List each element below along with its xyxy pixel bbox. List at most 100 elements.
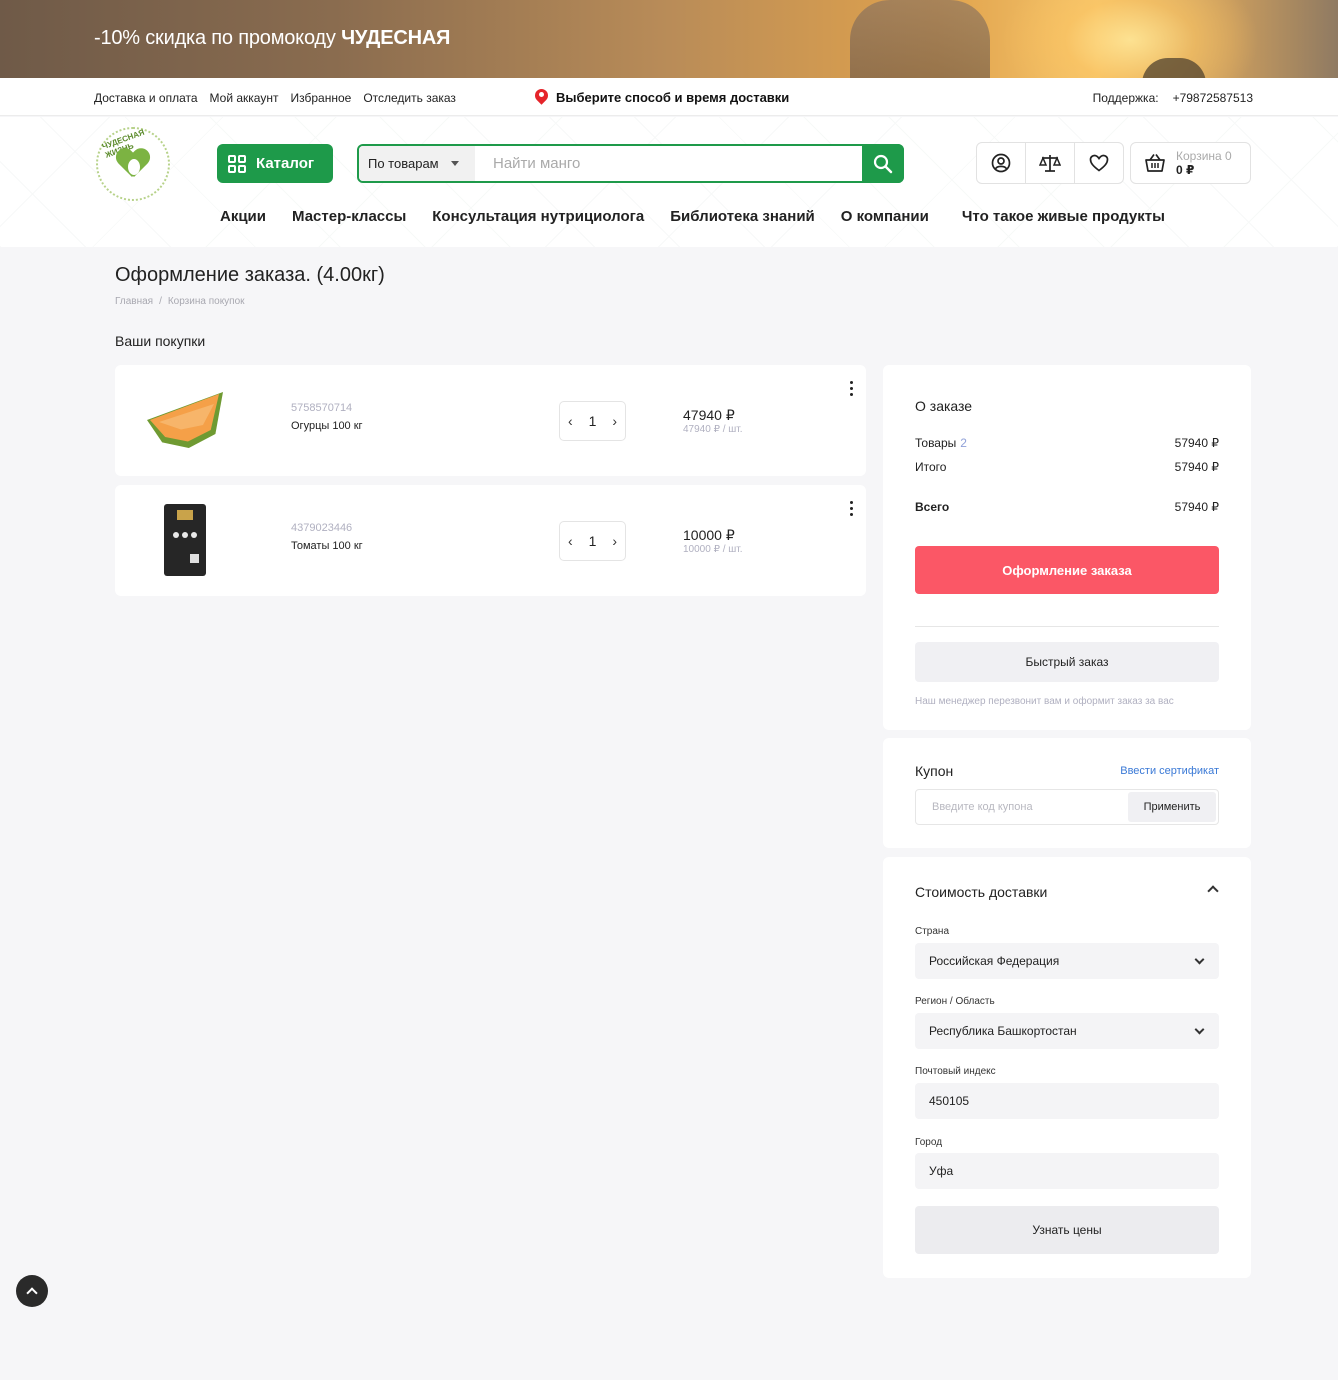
quantity-value[interactable]: 1 (589, 413, 597, 429)
breadcrumb-home[interactable]: Главная (115, 296, 153, 307)
nav-item-living-products[interactable]: Что такое живые продукты (962, 208, 1165, 225)
total-label: Всего (915, 500, 950, 514)
product-sku: 4379023446 (291, 522, 353, 534)
banner-sunlight (1000, 0, 1260, 78)
enter-certificate-link[interactable]: Ввести сертификат (1120, 765, 1219, 777)
product-sku: 5758570714 (291, 402, 353, 414)
nav-item-about[interactable]: О компании (841, 208, 929, 225)
product-image[interactable] (145, 380, 225, 460)
pouch-image (164, 504, 206, 576)
product-name[interactable]: Огурцы 100 кг (291, 420, 363, 432)
region-label: Регион / Область (915, 996, 995, 1007)
delivery-selector[interactable]: Выберите способ и время доставки (535, 89, 789, 105)
search-input[interactable] (475, 146, 862, 181)
header-icon-group (976, 142, 1124, 184)
support-phone[interactable]: +79872587513 (1173, 91, 1253, 105)
more-options-icon[interactable] (850, 381, 854, 396)
delivery-selector-label: Выберите способ и время доставки (556, 89, 790, 105)
scales-icon (1039, 155, 1061, 172)
chevron-down-icon (1194, 954, 1205, 965)
site-logo[interactable]: ЧУДЕСНАЯ ЖИЗНЬ (96, 127, 170, 201)
city-value: Уфа (929, 1164, 954, 1178)
support-contact: Поддержка: +79872587513 (1093, 91, 1253, 105)
promo-text-main: -10% скидка по промокоду (94, 27, 342, 49)
cart-item: 5758570714 Огурцы 100 кг ‹ 1 › 47940 ₽ 4… (115, 365, 866, 476)
search-scope-select[interactable]: По товарам (359, 146, 475, 181)
nav-item-knowledge-library[interactable]: Библиотека знаний (670, 208, 815, 225)
product-price: 47940 ₽ (683, 407, 735, 423)
promo-banner[interactable]: -10% скидка по промокоду ЧУДЕСНАЯ (0, 0, 1338, 78)
summary-subtotal-row: Итого 57940 ₽ (915, 460, 1219, 474)
region-value: Республика Башкортостан (929, 1024, 1077, 1038)
unit-price: 10000 ₽ / шт. (683, 544, 743, 555)
get-prices-button[interactable]: Узнать цены (915, 1206, 1219, 1254)
zip-field[interactable]: 450105 (915, 1083, 1219, 1119)
product-image[interactable] (145, 500, 225, 580)
goods-sum: 57940 ₽ (1174, 436, 1219, 450)
shipping-cost-card: Стоимость доставки Страна Российская Фед… (883, 857, 1251, 1278)
city-field[interactable]: Уфа (915, 1153, 1219, 1189)
catalog-button[interactable]: Каталог (217, 144, 333, 183)
shipping-title: Стоимость доставки (915, 884, 1048, 900)
apply-coupon-button[interactable]: Применить (1128, 792, 1216, 822)
country-label: Страна (915, 926, 950, 937)
unit-price: 47940 ₽ / шт. (683, 424, 743, 435)
country-value: Российская Федерация (929, 954, 1060, 968)
zip-label: Почтовый индекс (915, 1066, 996, 1077)
more-options-icon[interactable] (850, 501, 854, 516)
coupon-input[interactable] (916, 801, 1128, 813)
summary-divider (915, 626, 1219, 627)
link-favorites[interactable]: Избранное (290, 91, 351, 105)
coupon-card: Купон Ввести сертификат Применить (883, 738, 1251, 848)
quick-order-note: Наш менеджер перезвонит вам и оформит за… (915, 696, 1174, 707)
subtotal-label: Итого (915, 460, 947, 474)
page-title: Оформление заказа. (4.00кг) (115, 264, 385, 286)
increase-button[interactable]: › (612, 413, 617, 429)
quick-order-button[interactable]: Быстрый заказ (915, 642, 1219, 682)
link-my-account[interactable]: Мой аккаунт (210, 91, 279, 105)
product-price: 10000 ₽ (683, 527, 735, 543)
nav-item-master-classes[interactable]: Мастер-классы (292, 208, 406, 225)
summary-total-row: Всего 57940 ₽ (915, 500, 1219, 514)
increase-button[interactable]: › (612, 533, 617, 549)
link-track-order[interactable]: Отследить заказ (363, 91, 456, 105)
logo-seed (128, 159, 140, 175)
checkout-button[interactable]: Оформление заказа (915, 546, 1219, 594)
account-button[interactable] (977, 143, 1026, 183)
catalog-button-label: Каталог (256, 155, 315, 172)
zip-value: 450105 (929, 1094, 970, 1108)
goods-label: Товары (915, 436, 957, 450)
nav-item-nutritionist[interactable]: Консультация нутрициолога (432, 208, 644, 225)
search-bar: По товарам (357, 144, 904, 183)
scroll-to-top-button[interactable] (16, 1275, 48, 1307)
breadcrumb: Главная / Корзина покупок (115, 296, 245, 307)
chevron-up-icon[interactable] (1207, 885, 1219, 897)
user-icon (991, 153, 1011, 173)
decrease-button[interactable]: ‹ (568, 533, 573, 549)
search-button[interactable] (862, 144, 904, 183)
banner-person-image (850, 0, 990, 78)
favorites-button[interactable] (1075, 143, 1123, 183)
product-name[interactable]: Томаты 100 кг (291, 540, 363, 552)
search-icon (873, 154, 893, 173)
cart-button[interactable]: Корзина 0 0 ₽ (1130, 142, 1251, 184)
cart-item: 4379023446 Томаты 100 кг ‹ 1 › 10000 ₽ 1… (115, 485, 866, 596)
coupon-title: Купон (915, 763, 954, 779)
breadcrumb-cart[interactable]: Корзина покупок (168, 296, 245, 307)
city-label: Город (915, 1137, 943, 1148)
nav-item-promotions[interactable]: Акции (220, 208, 266, 225)
basket-icon (1145, 154, 1165, 172)
quantity-value[interactable]: 1 (589, 533, 597, 549)
goods-count: 2 (960, 436, 967, 450)
country-select[interactable]: Российская Федерация (915, 943, 1219, 979)
coupon-field: Применить (915, 789, 1219, 825)
region-select[interactable]: Республика Башкортостан (915, 1013, 1219, 1049)
site-header: ЧУДЕСНАЯ ЖИЗНЬ Каталог По товарам Корзин… (0, 117, 1338, 247)
total-sum: 57940 ₽ (1174, 500, 1219, 514)
compare-button[interactable] (1026, 143, 1075, 183)
promo-code: ЧУДЕСНАЯ (341, 27, 451, 49)
decrease-button[interactable]: ‹ (568, 413, 573, 429)
cart-total: 0 ₽ (1176, 163, 1195, 177)
breadcrumb-separator: / (159, 296, 162, 307)
link-delivery-payment[interactable]: Доставка и оплата (94, 91, 198, 105)
